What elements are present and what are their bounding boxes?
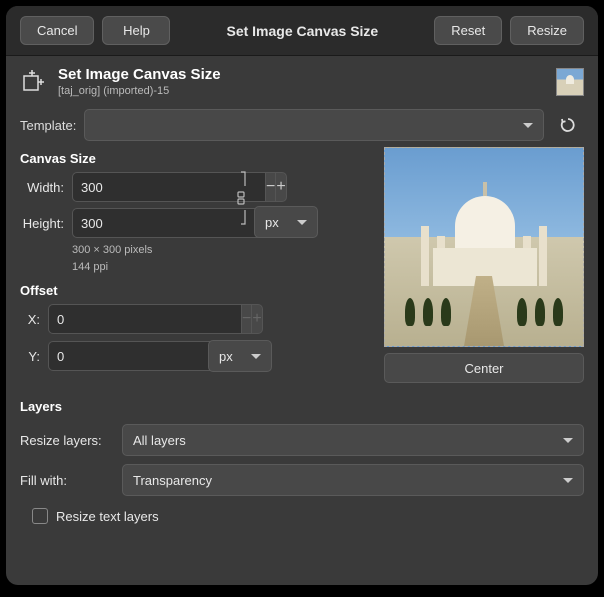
cancel-button[interactable]: Cancel xyxy=(20,16,94,45)
chevron-down-icon xyxy=(563,438,573,443)
help-button[interactable]: Help xyxy=(102,16,170,45)
template-select[interactable] xyxy=(84,109,544,141)
header-thumbnail xyxy=(556,68,584,96)
canvas-resize-icon xyxy=(20,68,48,96)
canvas-dimensions-text: 300 × 300 pixels xyxy=(72,242,364,259)
canvas-size-title: Canvas Size xyxy=(20,151,364,166)
offset-x-label: X: xyxy=(20,312,44,327)
canvas-ppi-text: 144 ppi xyxy=(72,259,364,276)
fill-with-select[interactable]: Transparency xyxy=(122,464,584,496)
canvas-unit-select[interactable]: px xyxy=(254,206,318,238)
width-decrement-button[interactable]: − xyxy=(265,172,275,202)
chevron-down-icon xyxy=(523,123,533,128)
resize-layers-select[interactable]: All layers xyxy=(122,424,584,456)
window-title: Set Image Canvas Size xyxy=(178,23,426,39)
fill-with-label: Fill with: xyxy=(20,473,114,488)
canvas-unit-value: px xyxy=(265,215,279,230)
width-increment-button[interactable]: + xyxy=(275,172,286,202)
offset-y-label: Y: xyxy=(20,349,44,364)
chevron-down-icon xyxy=(251,354,261,359)
offset-x-decrement-button[interactable]: − xyxy=(241,304,251,334)
chevron-down-icon xyxy=(297,220,307,225)
aspect-link-toggle[interactable] xyxy=(234,166,248,230)
height-label: Height: xyxy=(20,216,68,231)
template-label: Template: xyxy=(20,118,76,133)
offset-x-increment-button[interactable]: + xyxy=(251,304,262,334)
offset-unit-value: px xyxy=(219,349,233,364)
resize-layers-value: All layers xyxy=(133,433,186,448)
resize-text-layers-checkbox[interactable] xyxy=(32,508,48,524)
width-label: Width: xyxy=(20,180,68,195)
layers-title: Layers xyxy=(20,399,584,414)
reset-button[interactable]: Reset xyxy=(434,16,502,45)
dialog-window: Cancel Help Set Image Canvas Size Reset … xyxy=(6,6,598,585)
dialog-content: Set Image Canvas Size [taj_orig] (import… xyxy=(6,56,598,585)
header-title: Set Image Canvas Size xyxy=(58,66,546,83)
offset-x-input[interactable] xyxy=(48,304,241,334)
fill-with-value: Transparency xyxy=(133,473,212,488)
titlebar: Cancel Help Set Image Canvas Size Reset … xyxy=(6,6,598,56)
template-reset-button[interactable] xyxy=(552,109,584,141)
header: Set Image Canvas Size [taj_orig] (import… xyxy=(20,66,584,97)
resize-button[interactable]: Resize xyxy=(510,16,584,45)
offset-unit-select[interactable]: px xyxy=(208,340,272,372)
resize-text-layers-label: Resize text layers xyxy=(56,509,159,524)
chevron-down-icon xyxy=(563,478,573,483)
offset-title: Offset xyxy=(20,283,364,298)
canvas-preview[interactable] xyxy=(384,147,584,347)
resize-layers-label: Resize layers: xyxy=(20,433,114,448)
center-button[interactable]: Center xyxy=(384,353,584,383)
header-subtitle: [taj_orig] (imported)-15 xyxy=(58,85,546,97)
